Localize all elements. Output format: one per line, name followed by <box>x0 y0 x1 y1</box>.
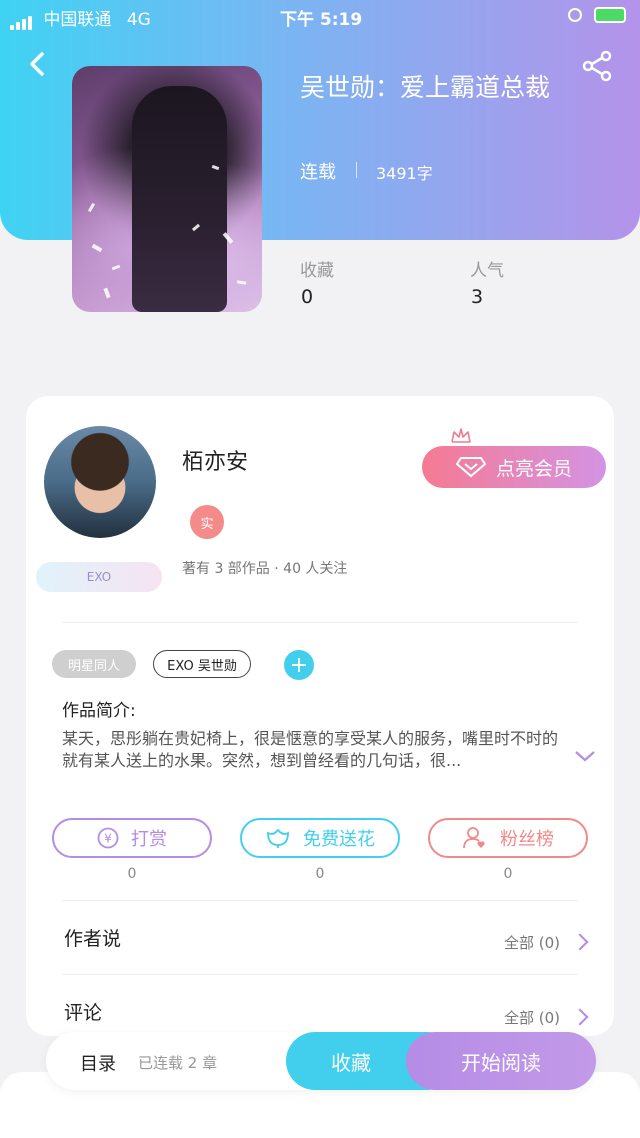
start-reading-button[interactable]: 开始阅读 <box>406 1032 596 1090</box>
status-bar-left: 中国联通 4G <box>10 5 151 30</box>
intro-heading: 作品简介: <box>62 701 136 721</box>
comments-title: 评论 <box>64 1002 103 1024</box>
fan-ranking-button[interactable]: 粉丝榜 <box>428 818 588 858</box>
diamond-icon <box>455 457 486 478</box>
yen-coin-icon: ¥ <box>97 827 119 849</box>
favorites-label: 收藏 <box>300 261 334 281</box>
book-title: 吴世勋：爱上霸道总裁 <box>300 73 551 102</box>
popularity-value: 3 <box>471 286 484 308</box>
back-button[interactable] <box>24 50 52 78</box>
add-tag-button[interactable]: + <box>284 650 314 680</box>
reward-label: 打赏 <box>131 829 167 850</box>
chevron-down-icon <box>575 751 595 762</box>
author-stats: 著有 3 部作品 · 40 人关注 <box>182 561 348 577</box>
favorites-value: 0 <box>301 286 314 308</box>
rotation-lock-icon <box>568 8 582 22</box>
fan-count: 0 <box>503 866 513 882</box>
status-time: 下午 5:19 <box>280 10 363 30</box>
start-reading-label: 开始阅读 <box>461 1050 541 1075</box>
network-type: 4G <box>126 10 151 30</box>
svg-text:¥: ¥ <box>104 832 112 846</box>
popularity-label: 人气 <box>470 261 504 281</box>
tag-category[interactable]: 明星同人 <box>52 650 136 678</box>
serial-status: 连载 <box>300 162 336 183</box>
vip-button[interactable]: 点亮会员 <box>422 446 606 488</box>
expand-intro-button[interactable] <box>574 748 596 767</box>
send-flower-button[interactable]: 免费送花 <box>240 818 400 858</box>
divider <box>62 622 578 623</box>
meta-divider <box>356 162 357 178</box>
fan-ranking-label: 粉丝榜 <box>500 829 554 850</box>
chevron-left-icon <box>30 52 44 76</box>
flower-icon <box>267 828 289 848</box>
reward-button[interactable]: ¥ 打赏 <box>52 818 212 858</box>
avatar[interactable] <box>44 426 156 538</box>
divider <box>62 974 578 975</box>
author-says-title: 作者说 <box>64 928 122 950</box>
cover-figure <box>132 86 227 312</box>
intro-text: 某天，思彤躺在贵妃椅上，很是惬意的享受某人的服务，嘴里时不时的就有某人送上的水果… <box>62 729 559 770</box>
word-count: 3491字 <box>376 164 433 183</box>
carrier: 中国联通 <box>43 10 112 30</box>
flower-count: 0 <box>315 866 325 882</box>
reward-count: 0 <box>127 866 137 882</box>
tag-character[interactable]: EXO 吴世勋 <box>153 650 251 678</box>
author-name[interactable]: 栢亦安 <box>182 444 248 476</box>
book-cover[interactable] <box>72 66 262 312</box>
fan-badge: EXO <box>36 562 162 592</box>
fan-user-icon <box>463 827 485 849</box>
signal-icon <box>10 10 39 30</box>
battery-icon <box>594 7 626 23</box>
chapter-count: 已连载 2 章 <box>138 1054 218 1072</box>
favorite-label: 收藏 <box>331 1050 371 1075</box>
comments-more[interactable]: 全部 (0) <box>504 1007 560 1028</box>
catalog-button[interactable]: 目录 <box>80 1050 116 1076</box>
author-says-more[interactable]: 全部 (0) <box>504 932 560 953</box>
divider <box>62 900 578 901</box>
vip-label: 点亮会员 <box>495 457 572 480</box>
send-flower-label: 免费送花 <box>303 829 375 850</box>
share-button[interactable] <box>582 50 614 82</box>
plus-icon: + <box>289 652 309 678</box>
verified-badge: 实 <box>190 505 224 539</box>
share-icon <box>582 50 612 82</box>
